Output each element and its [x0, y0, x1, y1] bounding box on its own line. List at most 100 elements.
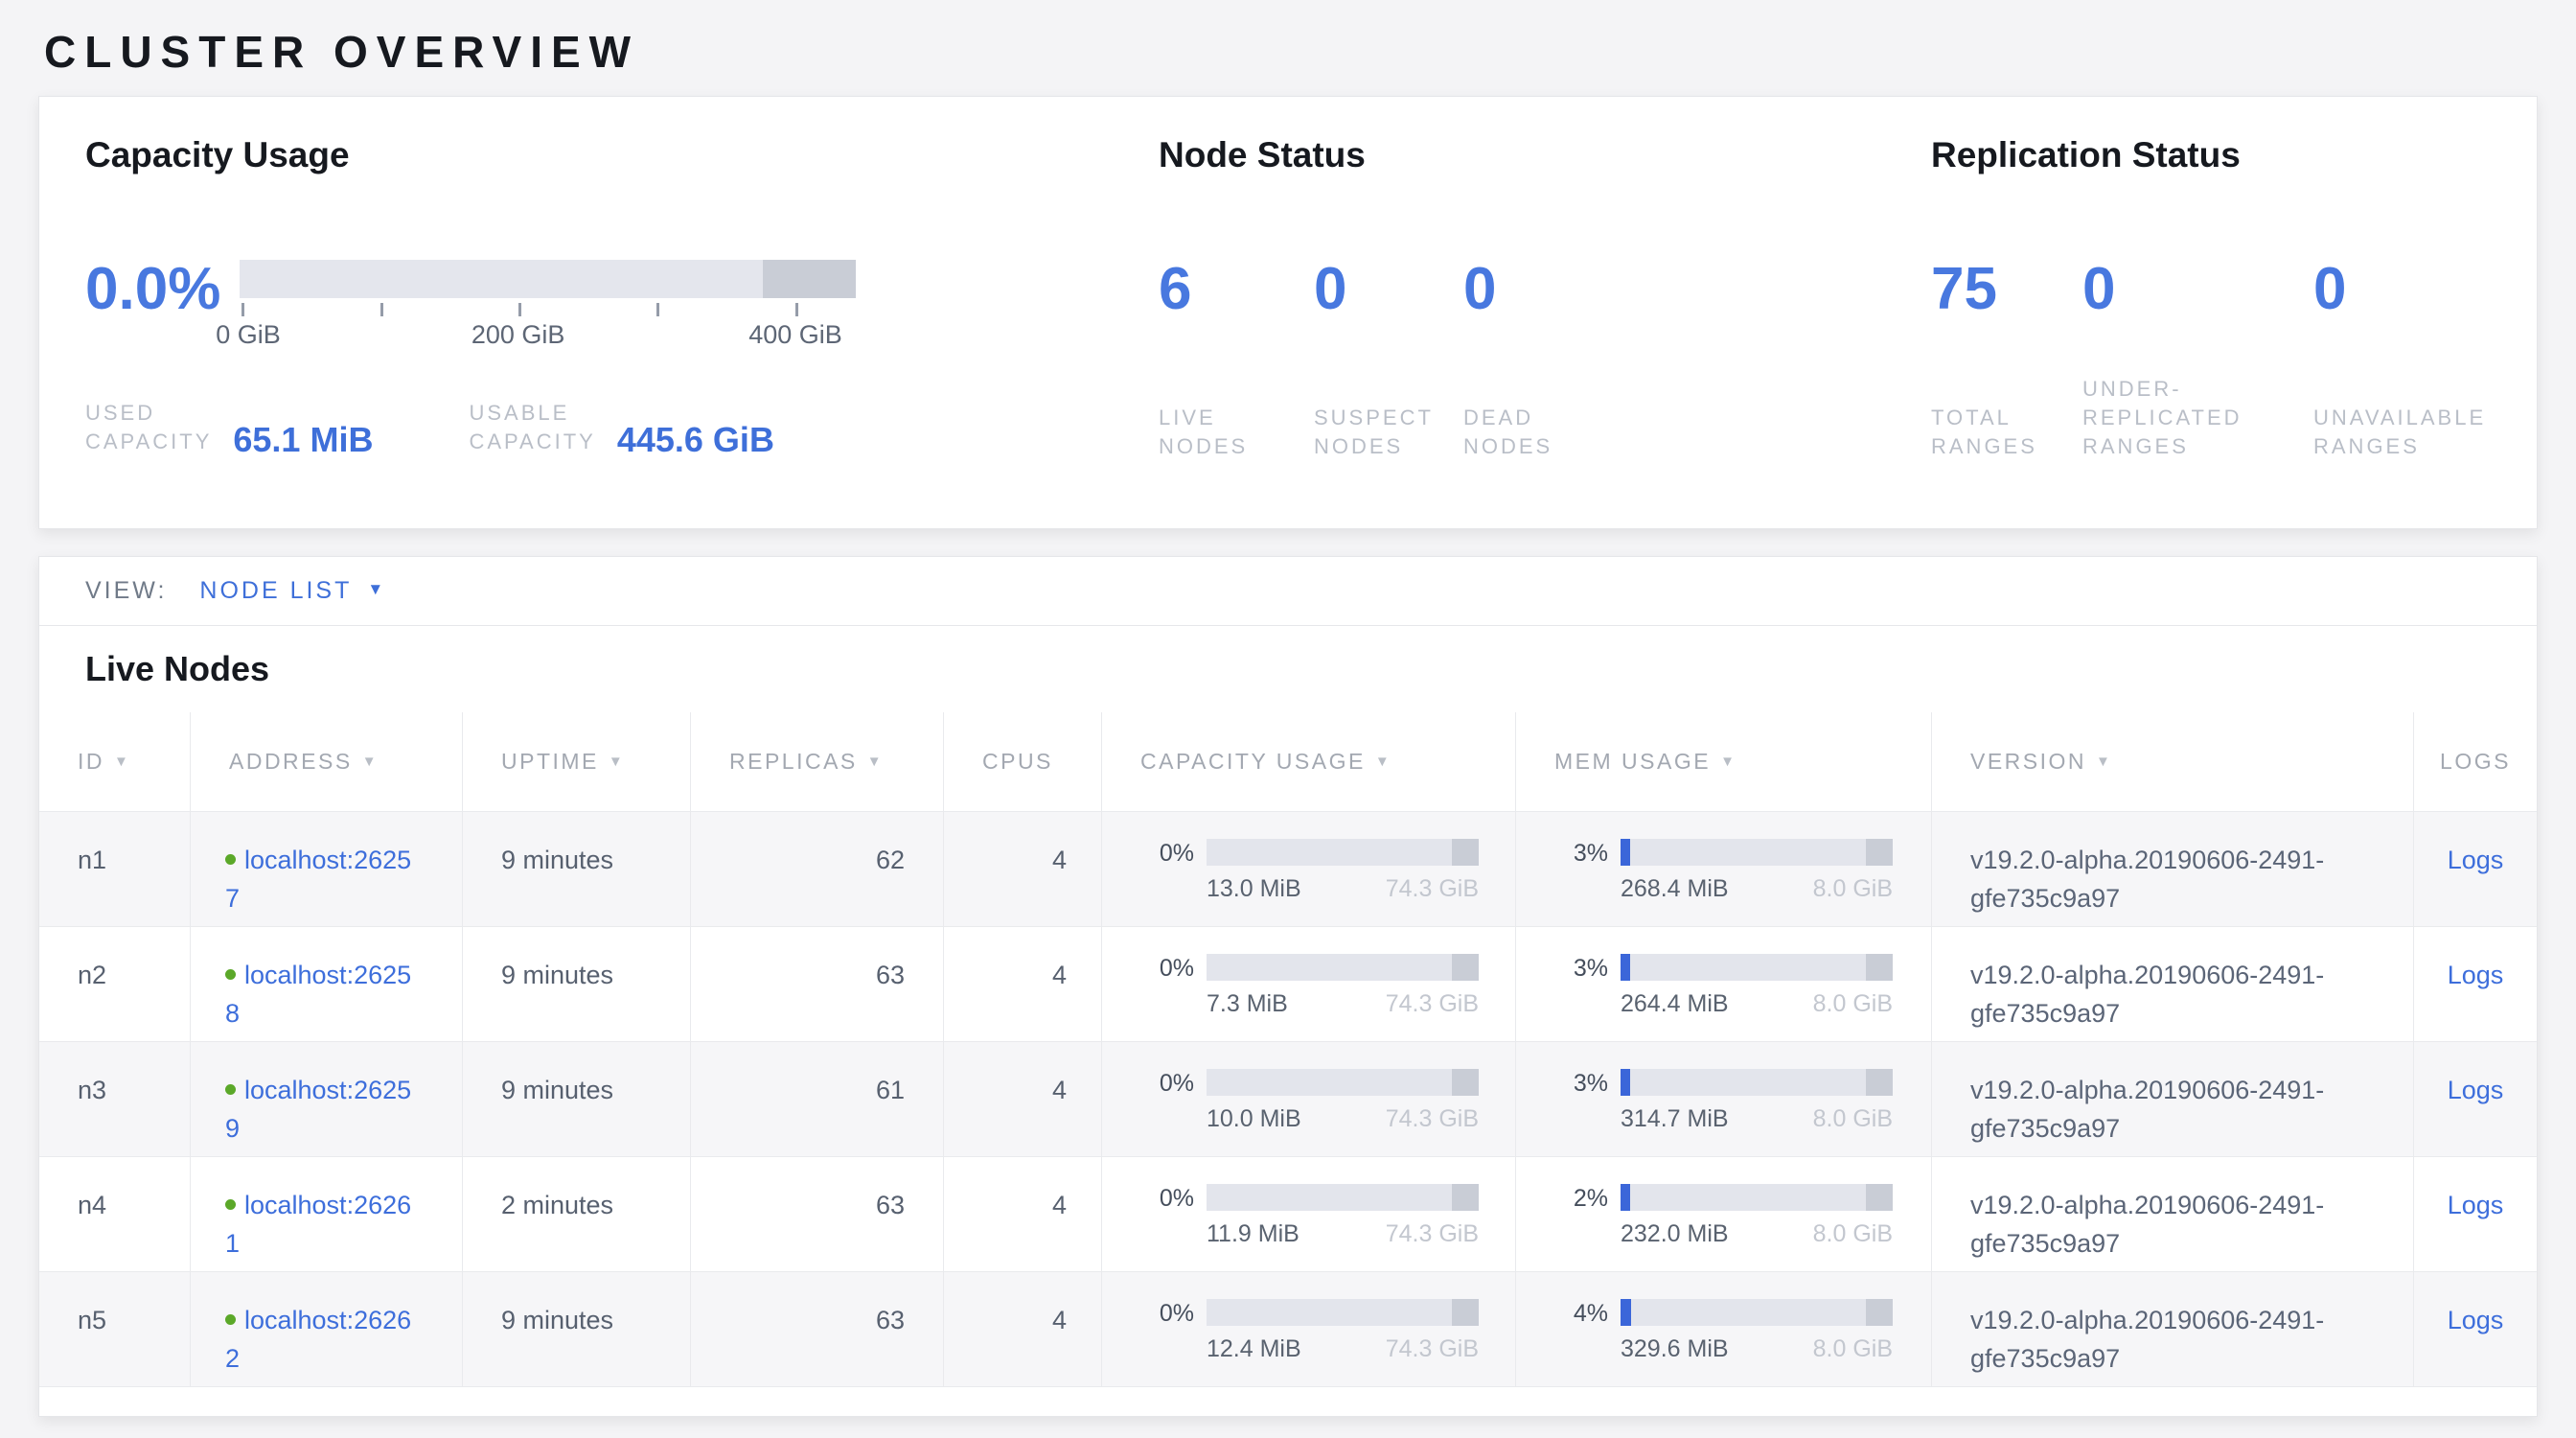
capacity-mini-bar [1207, 954, 1479, 981]
capacity-total-value: 74.3 GiB [1386, 1105, 1479, 1132]
version-cell: v19.2.0-alpha.20190606-2491-gfe735c9a97 [1932, 812, 2414, 926]
logs-link[interactable]: Logs [2448, 846, 2504, 874]
mem-usage-cell: 4% 329.6 MiB 8.0 GiB [1516, 1272, 1932, 1386]
capacity-mini-bar [1207, 1184, 1479, 1211]
mem-percent-label: 2% [1554, 1184, 1608, 1271]
sort-descending-icon [867, 754, 884, 770]
capacity-mini-bar [1207, 1299, 1479, 1326]
capacity-mini-bar [1207, 839, 1479, 866]
mem-used-value: 232.0 MiB [1621, 1220, 1729, 1247]
table-row: n3 localhost:26259 9 minutes 61 4 0% 10.… [39, 1042, 2537, 1157]
node-status-stats: 6 LIVE NODES 0 SUSPECT NODES 0 DEAD NODE… [1159, 258, 1931, 461]
capacity-total-value: 74.3 GiB [1386, 1220, 1479, 1247]
header-mem-usage[interactable]: MEM USAGE [1516, 712, 1932, 811]
mem-bar-fill [1621, 1184, 1630, 1211]
node-address-link[interactable]: localhost:26258 [225, 956, 422, 1032]
node-id-cell: n1 [39, 812, 191, 926]
axis-label-200: 200 GiB [472, 320, 565, 350]
mem-percent-label: 4% [1554, 1299, 1608, 1386]
usable-capacity-label: USABLE CAPACITY [469, 399, 595, 456]
mem-used-value: 264.4 MiB [1621, 990, 1729, 1017]
node-address-link[interactable]: localhost:26261 [225, 1186, 422, 1263]
capacity-percent-label: 0% [1140, 839, 1194, 926]
header-id[interactable]: ID [39, 712, 191, 811]
cpus-cell: 4 [944, 1272, 1102, 1386]
capacity-bar-cap-segment [763, 260, 856, 298]
uptime-cell: 2 minutes [463, 1157, 691, 1271]
axis-label-400: 400 GiB [748, 320, 842, 350]
mem-bar-cap-segment [1866, 1184, 1893, 1211]
replication-stats: 75 TOTAL RANGES 0 UNDER- REPLICATED RANG… [1931, 258, 2537, 461]
capacity-total-value: 74.3 GiB [1386, 875, 1479, 902]
total-ranges-label: TOTAL RANGES [1931, 404, 2082, 461]
node-address-link[interactable]: localhost:26257 [225, 841, 422, 917]
mem-mini-bar [1621, 1184, 1893, 1211]
logs-link[interactable]: Logs [2448, 961, 2504, 989]
node-status-title: Node Status [1159, 133, 1931, 177]
node-list-card: VIEW: NODE LIST Live Nodes ID ADDRESS UP… [38, 556, 2538, 1417]
mem-total-value: 8.0 GiB [1813, 875, 1893, 902]
sort-descending-icon [1720, 754, 1736, 770]
capacity-bar-cap-segment [1452, 839, 1479, 866]
node-address-link[interactable]: localhost:26259 [225, 1071, 422, 1148]
header-replicas[interactable]: REPLICAS [691, 712, 944, 811]
node-address-cell: localhost:26258 [191, 927, 463, 1041]
dead-nodes-value: 0 [1463, 258, 1552, 321]
sort-descending-icon [114, 754, 130, 770]
logs-link[interactable]: Logs [2448, 1076, 2504, 1104]
mem-total-value: 8.0 GiB [1813, 1105, 1893, 1132]
suspect-nodes-value: 0 [1314, 258, 1463, 321]
capacity-percent-label: 0% [1140, 1184, 1194, 1271]
sort-descending-icon [1375, 754, 1392, 770]
live-nodes-value: 6 [1159, 258, 1314, 321]
version-text: v19.2.0-alpha.20190606-2491-gfe735c9a97 [1970, 956, 2373, 1032]
capacity-usage-cell: 0% 7.3 MiB 74.3 GiB [1102, 927, 1516, 1041]
live-nodes-label: LIVE NODES [1159, 404, 1314, 461]
used-capacity-label: USED CAPACITY [85, 399, 212, 456]
mem-usage-cell: 2% 232.0 MiB 8.0 GiB [1516, 1157, 1932, 1271]
mem-used-value: 314.7 MiB [1621, 1105, 1729, 1132]
dead-nodes-stat: 0 DEAD NODES [1463, 258, 1552, 461]
header-address[interactable]: ADDRESS [191, 712, 463, 811]
header-version[interactable]: VERSION [1932, 712, 2414, 811]
dropdown-caret-icon[interactable] [367, 580, 383, 599]
mem-bar-fill [1621, 954, 1630, 981]
capacity-mini-bar [1207, 1069, 1479, 1096]
used-capacity-stat: USED CAPACITY 65.1 MiB [85, 399, 373, 456]
header-capacity-usage[interactable]: CAPACITY USAGE [1102, 712, 1516, 811]
live-status-dot-icon [225, 1314, 236, 1325]
capacity-used-value: 10.0 MiB [1207, 1105, 1301, 1132]
logs-link[interactable]: Logs [2448, 1191, 2504, 1219]
mem-mini-bar [1621, 954, 1893, 981]
logs-link[interactable]: Logs [2448, 1306, 2504, 1334]
header-uptime[interactable]: UPTIME [463, 712, 691, 811]
capacity-usage-cell: 0% 12.4 MiB 74.3 GiB [1102, 1272, 1516, 1386]
axis-label-0: 0 GiB [216, 320, 281, 350]
capacity-bar-cap-segment [1452, 1184, 1479, 1211]
capacity-percent-label: 0% [1140, 1069, 1194, 1156]
version-text: v19.2.0-alpha.20190606-2491-gfe735c9a97 [1970, 841, 2373, 917]
total-ranges-value: 75 [1931, 258, 2082, 321]
mem-total-value: 8.0 GiB [1813, 1220, 1893, 1247]
version-cell: v19.2.0-alpha.20190606-2491-gfe735c9a97 [1932, 927, 2414, 1041]
capacity-bar-cap-segment [1452, 954, 1479, 981]
node-address-link[interactable]: localhost:26262 [225, 1301, 422, 1378]
mem-bar-fill [1621, 1069, 1630, 1096]
replicas-cell: 63 [691, 1272, 944, 1386]
under-replicated-value: 0 [2082, 258, 2313, 321]
mem-bar-cap-segment [1866, 839, 1893, 866]
mem-used-value: 268.4 MiB [1621, 875, 1729, 902]
capacity-percent-label: 0% [1140, 954, 1194, 1041]
capacity-used-value: 11.9 MiB [1207, 1220, 1300, 1247]
node-id-cell: n5 [39, 1272, 191, 1386]
node-status-section: Node Status 6 LIVE NODES 0 SUSPECT NODES… [1159, 133, 1931, 528]
header-cpus: CPUS [944, 712, 1102, 811]
mem-total-value: 8.0 GiB [1813, 1335, 1893, 1362]
mem-mini-bar [1621, 1299, 1893, 1326]
replication-status-title: Replication Status [1931, 133, 2537, 177]
node-address-cell: localhost:26259 [191, 1042, 463, 1156]
capacity-used-value: 12.4 MiB [1207, 1335, 1301, 1362]
view-selector-dropdown[interactable]: NODE LIST [199, 577, 352, 605]
usable-capacity-stat: USABLE CAPACITY 445.6 GiB [469, 399, 773, 456]
cpus-cell: 4 [944, 1157, 1102, 1271]
